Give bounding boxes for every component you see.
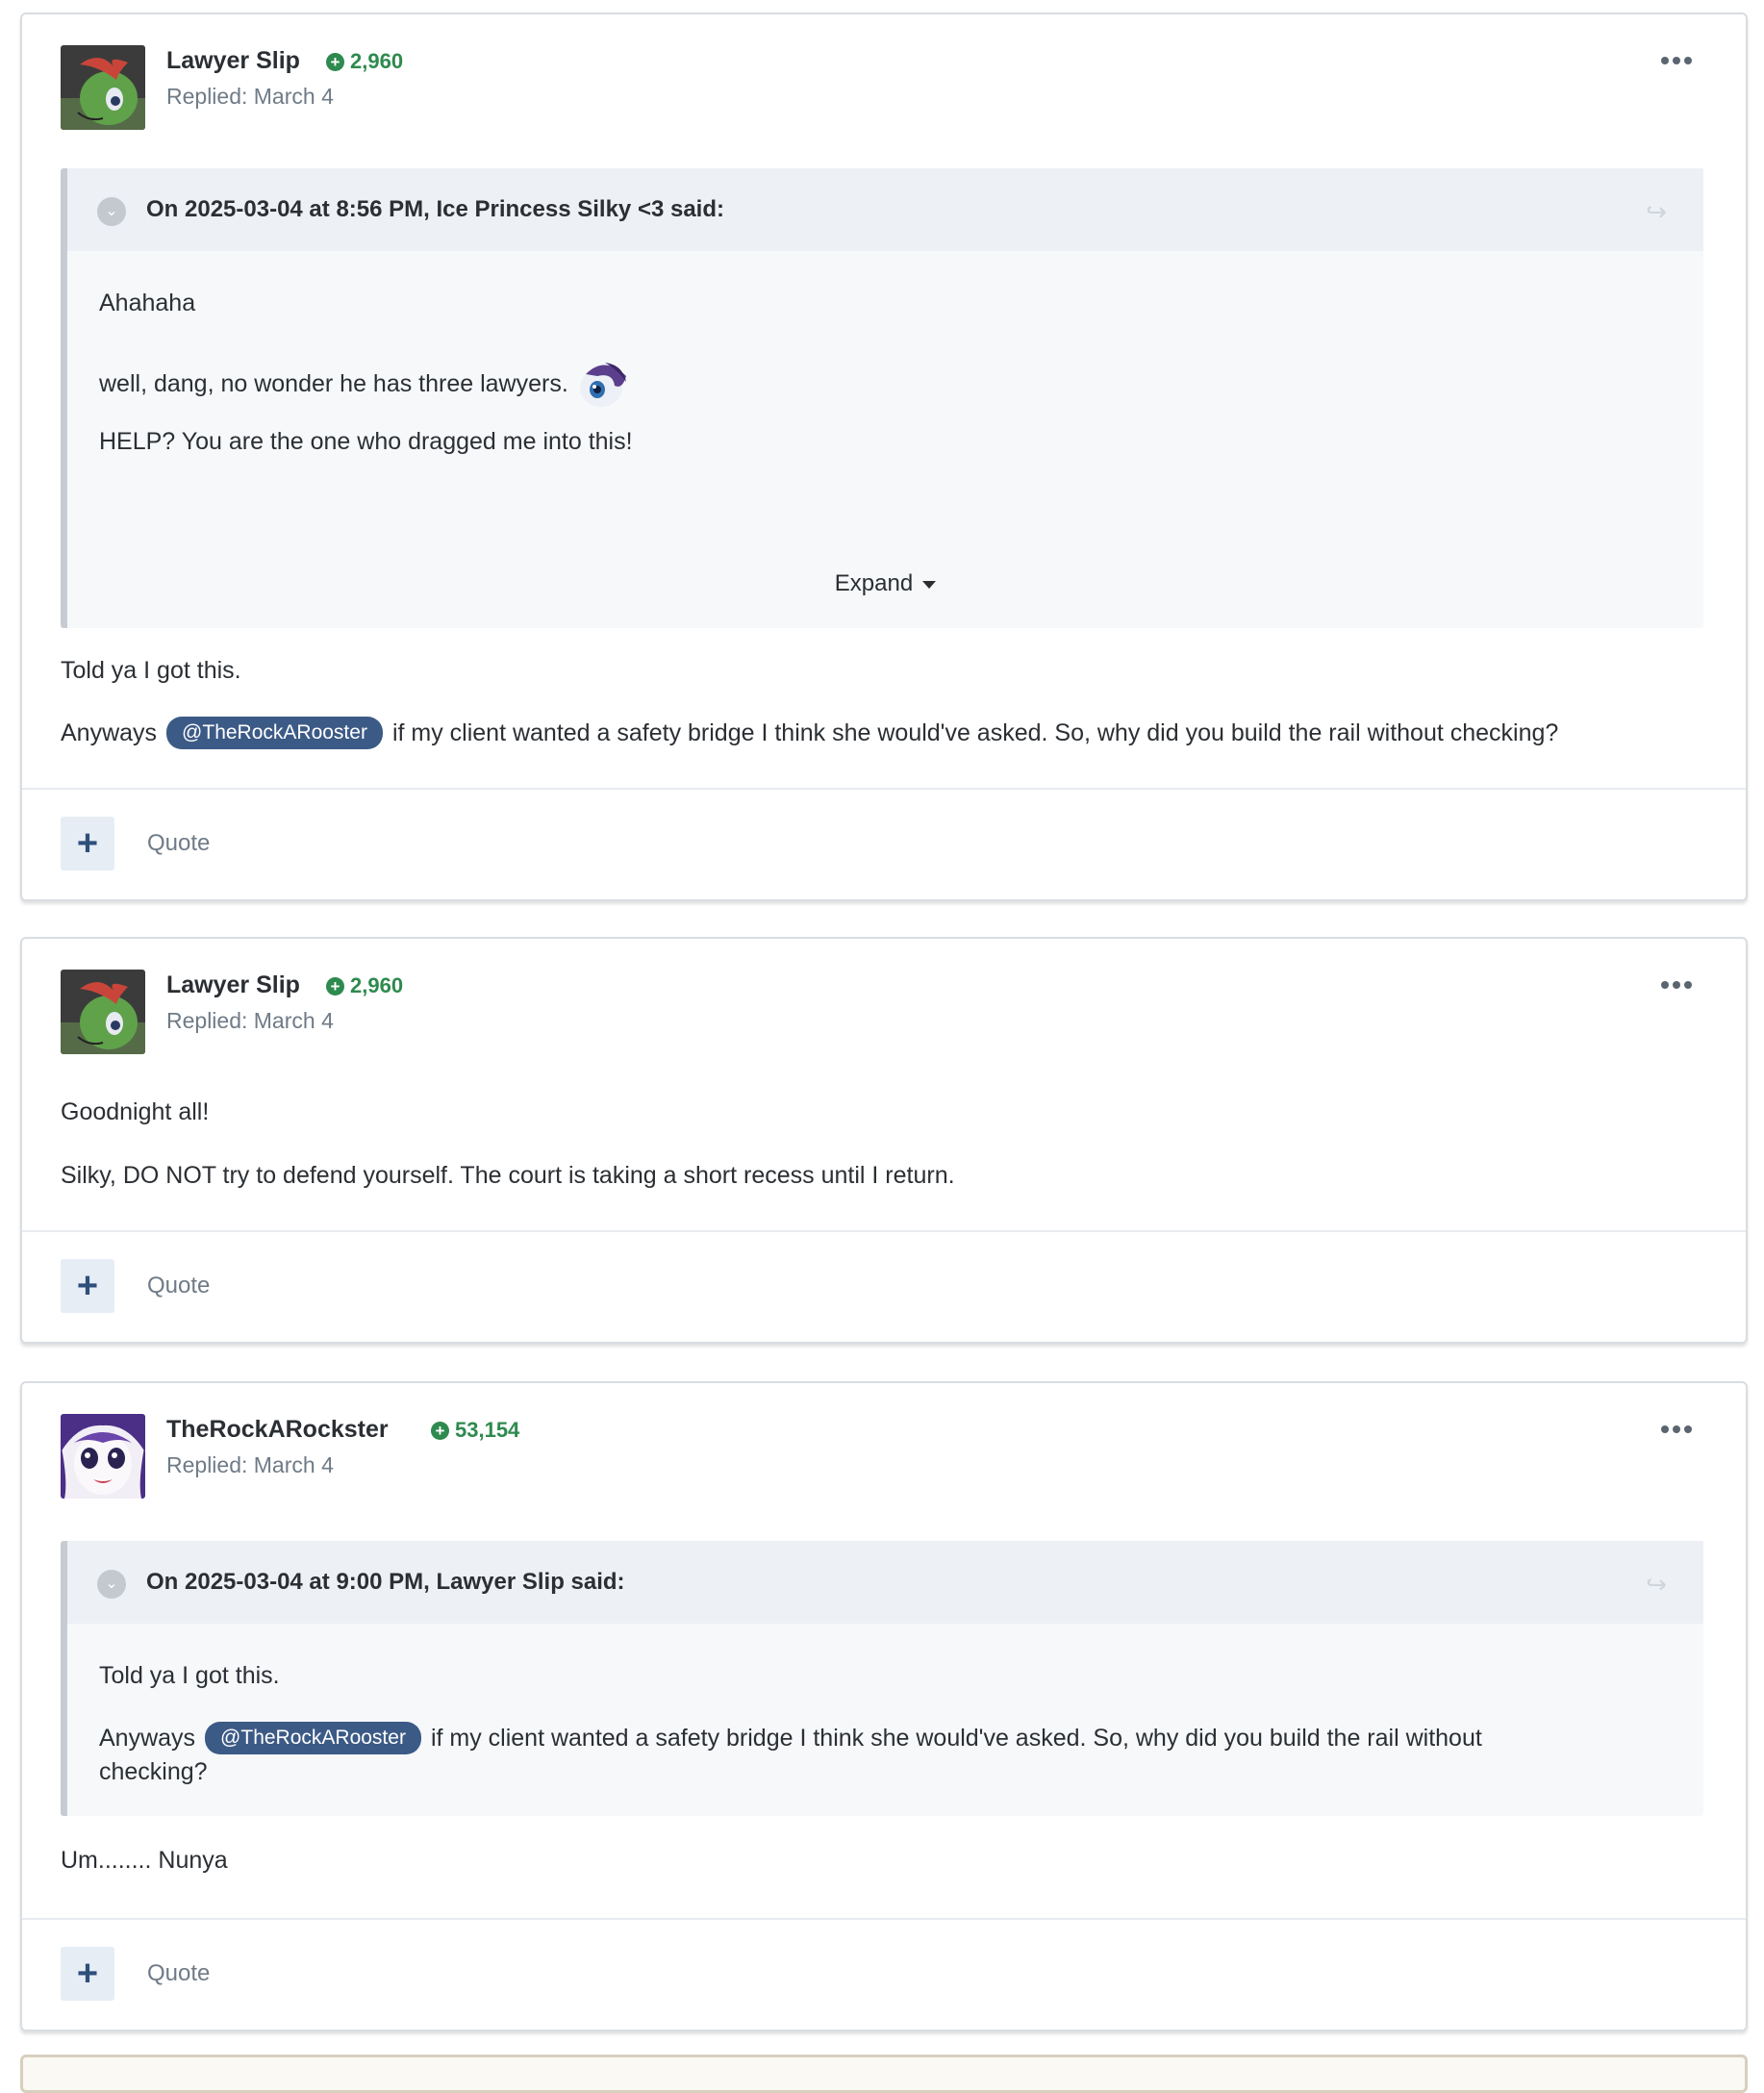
plus-icon[interactable]: + bbox=[61, 1259, 114, 1313]
plus-icon[interactable]: + bbox=[61, 1947, 114, 2001]
quote-share-icon[interactable]: ↪ bbox=[1646, 197, 1667, 227]
more-options-icon[interactable] bbox=[1661, 1425, 1692, 1433]
avatar[interactable] bbox=[61, 1414, 145, 1499]
emoji-rarity-icon bbox=[576, 357, 630, 411]
reputation-badge: + 2,960 bbox=[326, 973, 403, 998]
post-text-prefix: Anyways bbox=[61, 719, 158, 746]
quote-button[interactable]: Quote bbox=[147, 1273, 210, 1299]
more-options-icon[interactable] bbox=[1661, 57, 1692, 64]
post-footer: + Quote bbox=[22, 1918, 1746, 2030]
post-text-suffix: if my client wanted a safety bridge I th… bbox=[391, 719, 1559, 746]
replied-date: Replied: March 4 bbox=[166, 84, 334, 109]
post-text: Um........ Nunya bbox=[61, 1847, 228, 1874]
more-options-icon[interactable] bbox=[1661, 981, 1692, 989]
quote-line: Anyways @TheRockARooster if my client wa… bbox=[99, 1722, 1482, 1754]
quote-block: ⌄ On 2025-03-04 at 8:56 PM, Ice Princess… bbox=[61, 168, 1703, 628]
post-text: Anyways @TheRockARooster if my client wa… bbox=[61, 717, 1558, 749]
user-mention[interactable]: @TheRockARooster bbox=[166, 717, 383, 749]
quote-text-suffix: if my client wanted a safety bridge I th… bbox=[430, 1724, 1482, 1752]
post: TheRockARockster + 53,154 Replied: March… bbox=[20, 1381, 1748, 2031]
quote-header: ⌄ On 2025-03-04 at 8:56 PM, Ice Princess… bbox=[67, 168, 1703, 251]
post: Lawyer Slip + 2,960 Replied: March 4 ⌄ O… bbox=[20, 13, 1748, 901]
post-text: Told ya I got this. bbox=[61, 657, 241, 684]
quote-collapse-icon[interactable]: ⌄ bbox=[97, 197, 126, 226]
quote-citation: On 2025-03-04 at 9:00 PM, Lawyer Slip sa… bbox=[146, 1569, 625, 1595]
post-footer: + Quote bbox=[22, 788, 1746, 899]
replied-date: Replied: March 4 bbox=[166, 1008, 334, 1033]
avatar[interactable] bbox=[61, 45, 145, 130]
replied-date: Replied: March 4 bbox=[166, 1452, 334, 1477]
quote-share-icon[interactable]: ↪ bbox=[1646, 1570, 1667, 1600]
quote-line: Ahahaha bbox=[99, 290, 196, 316]
username[interactable]: Lawyer Slip bbox=[166, 971, 300, 999]
expand-button[interactable]: Expand bbox=[67, 570, 1703, 597]
quote-line-text: well, dang, no wonder he has three lawye… bbox=[99, 369, 568, 397]
expand-label: Expand bbox=[834, 570, 914, 596]
quote-line: HELP? You are the one who dragged me int… bbox=[99, 428, 633, 455]
avatar[interactable] bbox=[61, 970, 145, 1054]
quote-block: ⌄ On 2025-03-04 at 9:00 PM, Lawyer Slip … bbox=[61, 1541, 1703, 1816]
reputation-plus-icon: + bbox=[326, 52, 344, 71]
reputation-count: 53,154 bbox=[455, 1418, 520, 1442]
quote-text-prefix: Anyways bbox=[99, 1724, 196, 1752]
quote-button[interactable]: Quote bbox=[147, 830, 210, 857]
quote-collapse-icon[interactable]: ⌄ bbox=[97, 1570, 126, 1599]
quote-button[interactable]: Quote bbox=[147, 1960, 210, 1987]
reputation-badge: + 2,960 bbox=[326, 49, 403, 74]
post-text: Goodnight all! bbox=[61, 1098, 210, 1125]
post-footer: + Quote bbox=[22, 1230, 1746, 1342]
caret-down-icon bbox=[922, 580, 937, 589]
reputation-badge: + 53,154 bbox=[431, 1418, 519, 1443]
username[interactable]: TheRockARockster bbox=[166, 1416, 389, 1444]
user-mention[interactable]: @TheRockARooster bbox=[205, 1722, 421, 1754]
reputation-count: 2,960 bbox=[350, 973, 404, 997]
reputation-plus-icon: + bbox=[326, 976, 344, 996]
post: Lawyer Slip + 2,960 Replied: March 4 Goo… bbox=[20, 937, 1748, 1344]
plus-icon[interactable]: + bbox=[61, 817, 114, 870]
quote-line: Told ya I got this. bbox=[99, 1662, 280, 1689]
quote-line: well, dang, no wonder he has three lawye… bbox=[99, 357, 630, 411]
quote-line: checking? bbox=[99, 1758, 208, 1785]
quote-header: ⌄ On 2025-03-04 at 9:00 PM, Lawyer Slip … bbox=[67, 1541, 1703, 1624]
post-text: Silky, DO NOT try to defend yourself. Th… bbox=[61, 1162, 955, 1189]
username[interactable]: Lawyer Slip bbox=[166, 47, 300, 75]
quote-citation: On 2025-03-04 at 8:56 PM, Ice Princess S… bbox=[146, 196, 724, 222]
reputation-plus-icon: + bbox=[431, 1421, 449, 1440]
next-post bbox=[20, 2055, 1748, 2093]
reputation-count: 2,960 bbox=[350, 49, 404, 73]
